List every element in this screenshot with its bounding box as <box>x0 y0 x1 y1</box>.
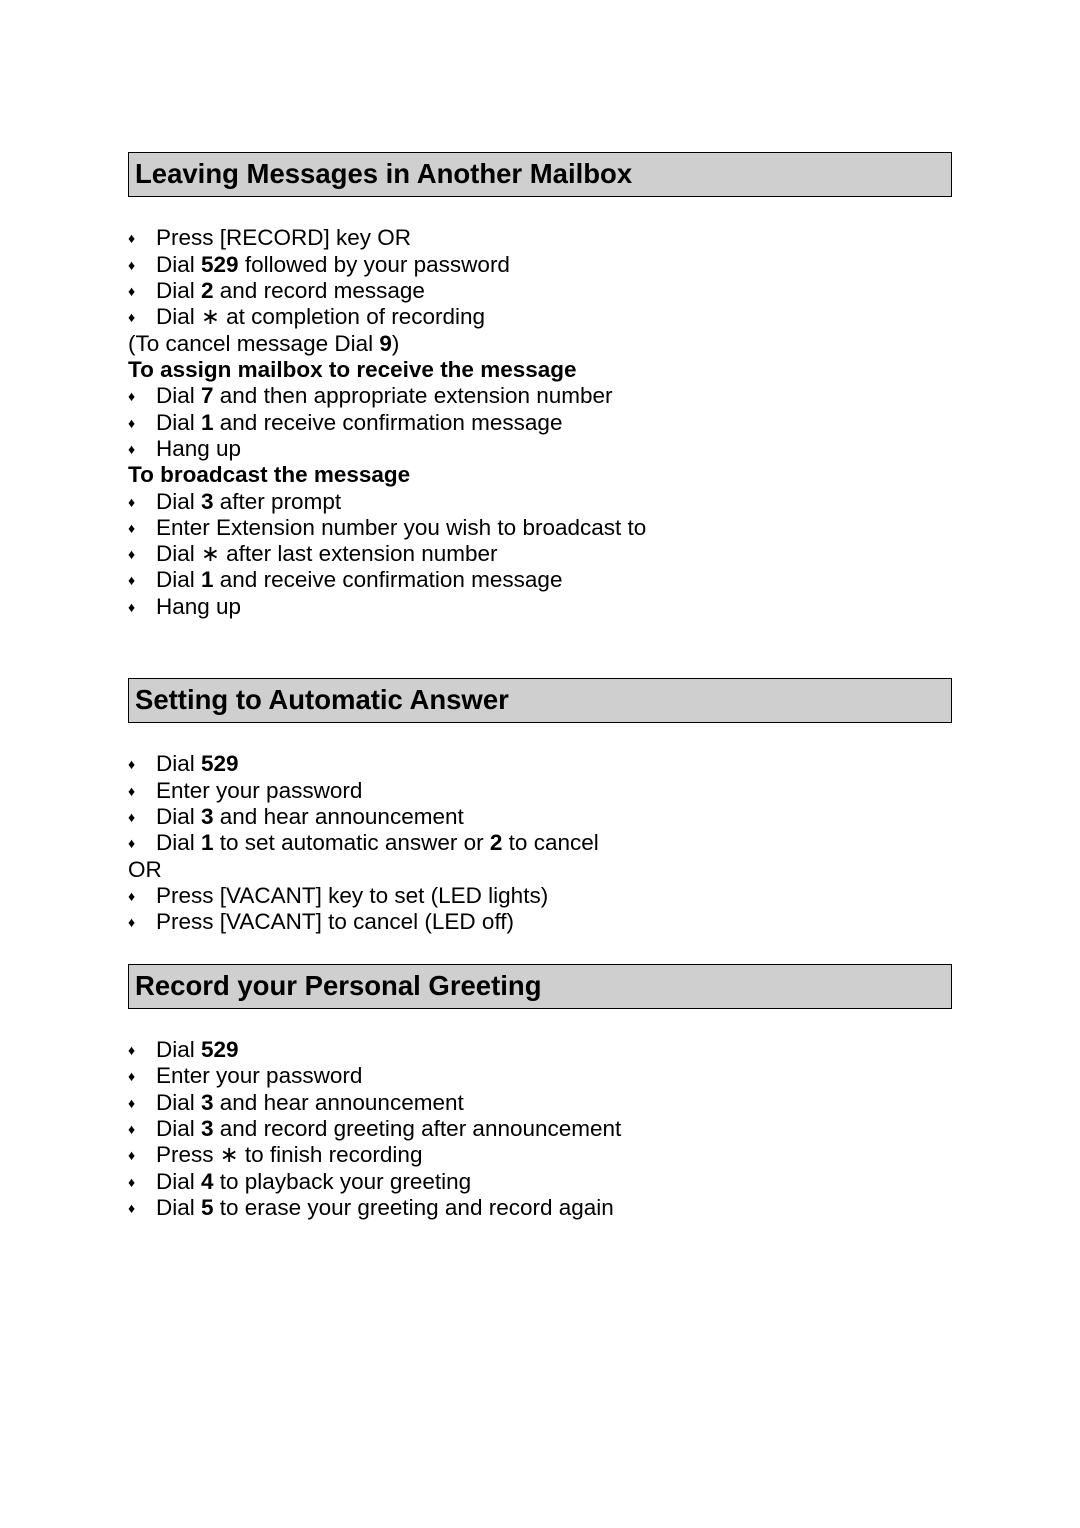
list-item: Dial 3 and hear announcement <box>128 804 952 830</box>
section-1-body: Press [RECORD] key OR Dial 529 followed … <box>128 225 952 620</box>
list-item: Press [RECORD] key OR <box>128 225 952 251</box>
section-1-sub2-bullets: Dial 3 after prompt Enter Extension numb… <box>128 489 952 621</box>
spacer <box>128 936 952 964</box>
cancel-note: (To cancel message Dial 9) <box>128 331 952 357</box>
list-item: Dial 1 and receive confirmation message <box>128 410 952 436</box>
list-item: Dial 1 to set automatic answer or 2 to c… <box>128 830 952 856</box>
list-item: Hang up <box>128 436 952 462</box>
or-line: OR <box>128 857 952 883</box>
list-item: Dial 1 and receive confirmation message <box>128 567 952 593</box>
list-item: Dial 2 and record message <box>128 278 952 304</box>
list-item: Dial 529 <box>128 751 952 777</box>
list-item: Dial 529 followed by your password <box>128 252 952 278</box>
list-item: Press ∗ to finish recording <box>128 1142 952 1168</box>
list-item: Dial 5 to erase your greeting and record… <box>128 1195 952 1221</box>
spacer <box>128 620 952 678</box>
section-1-heading: Leaving Messages in Another Mailbox <box>128 152 952 197</box>
section-3-bullets: Dial 529 Enter your password Dial 3 and … <box>128 1037 952 1221</box>
section-1-sub1-bullets: Dial 7 and then appropriate extension nu… <box>128 383 952 462</box>
section-2-bullets-b: Press [VACANT] key to set (LED lights) P… <box>128 883 952 936</box>
list-item: Dial 529 <box>128 1037 952 1063</box>
list-item: Enter your password <box>128 1063 952 1089</box>
list-item: Dial ∗ after last extension number <box>128 541 952 567</box>
list-item: Dial 3 and hear announcement <box>128 1090 952 1116</box>
section-2-body: Dial 529 Enter your password Dial 3 and … <box>128 751 952 935</box>
list-item: Press [VACANT] key to set (LED lights) <box>128 883 952 909</box>
section-1-sub2-heading: To broadcast the message <box>128 462 952 488</box>
list-item: Dial 3 and record greeting after announc… <box>128 1116 952 1142</box>
list-item: Enter your password <box>128 778 952 804</box>
list-item: Hang up <box>128 594 952 620</box>
section-3-body: Dial 529 Enter your password Dial 3 and … <box>128 1037 952 1221</box>
section-3-heading: Record your Personal Greeting <box>128 964 952 1009</box>
section-1-bullets-a: Press [RECORD] key OR Dial 529 followed … <box>128 225 952 330</box>
section-1-sub1-heading: To assign mailbox to receive the message <box>128 357 952 383</box>
page: Leaving Messages in Another Mailbox Pres… <box>0 0 1080 1528</box>
list-item: Dial ∗ at completion of recording <box>128 304 952 330</box>
list-item: Dial 7 and then appropriate extension nu… <box>128 383 952 409</box>
section-2-heading: Setting to Automatic Answer <box>128 678 952 723</box>
list-item: Dial 3 after prompt <box>128 489 952 515</box>
list-item: Dial 4 to playback your greeting <box>128 1169 952 1195</box>
section-2-bullets-a: Dial 529 Enter your password Dial 3 and … <box>128 751 952 856</box>
list-item: Press [VACANT] to cancel (LED off) <box>128 909 952 935</box>
list-item: Enter Extension number you wish to broad… <box>128 515 952 541</box>
